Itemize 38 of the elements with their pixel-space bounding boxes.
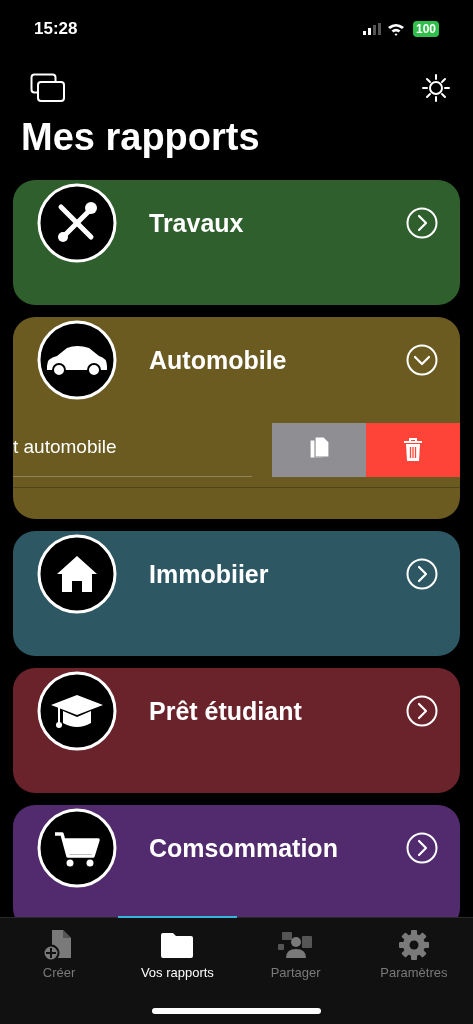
signal-icon — [362, 23, 381, 35]
brightness-icon[interactable] — [421, 73, 451, 103]
car-icon — [37, 320, 117, 400]
report-title: Travaux — [149, 208, 245, 238]
chevron-right-icon[interactable] — [406, 832, 438, 864]
windows-icon[interactable] — [30, 73, 66, 103]
report-title: Automobile — [149, 345, 288, 375]
report-title: Comsommation — [149, 833, 339, 863]
trash-icon — [403, 438, 423, 462]
delete-button[interactable] — [366, 423, 460, 477]
report-title: Immobiier — [149, 559, 270, 589]
report-card[interactable]: Travaux — [13, 180, 460, 305]
clock-time: 15:28 — [34, 19, 78, 39]
chevron-down-icon[interactable] — [406, 344, 438, 376]
report-card[interactable]: Immobiier — [13, 531, 460, 656]
tab-button[interactable]: Paramètres — [354, 916, 473, 982]
tab-button[interactable]: Vos rapports — [118, 916, 237, 982]
report-card[interactable]: Prêt étudiant — [13, 668, 460, 793]
report-entry[interactable]: t automobile — [13, 423, 252, 477]
chevron-right-icon[interactable] — [406, 695, 438, 727]
chevron-right-icon[interactable] — [406, 207, 438, 239]
page-title: Mes rapports — [21, 116, 261, 160]
tab-button[interactable]: Créer — [0, 916, 119, 982]
duplicate-button[interactable] — [272, 423, 366, 477]
share-people-icon — [277, 930, 314, 960]
folder-icon — [160, 930, 195, 960]
house-icon — [37, 534, 117, 614]
report-card[interactable]: Comsommation — [13, 805, 460, 917]
graduation-cap-icon — [37, 671, 117, 751]
settings-icon — [397, 929, 430, 961]
report-title: Prêt étudiant — [149, 696, 303, 726]
tools-icon — [37, 183, 117, 263]
chevron-right-icon[interactable] — [406, 558, 438, 590]
tab-button[interactable]: Partager — [236, 916, 355, 982]
battery-level: 100 — [412, 21, 439, 37]
wifi-icon — [386, 22, 405, 36]
shopping-cart-icon — [37, 808, 117, 888]
report-card[interactable]: Automobile t automobile — [13, 317, 460, 519]
